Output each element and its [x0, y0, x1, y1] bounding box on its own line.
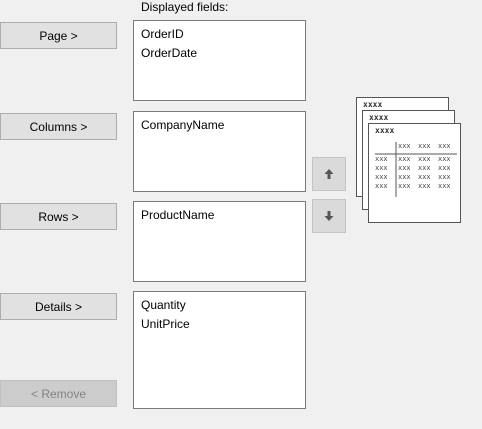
preview-grid-cell: xxx: [398, 164, 411, 172]
preview-grid-cell: xxx: [398, 182, 411, 190]
details-button[interactable]: Details >: [0, 293, 117, 320]
preview-grid-cell: xxx: [438, 182, 451, 190]
preview-grid-cell: xxx: [398, 173, 411, 181]
list-item[interactable]: OrderID: [141, 25, 305, 44]
preview-grid-cell: xxx: [438, 164, 451, 172]
preview-sheet-front: xxxx xxx xxx xxx xxx xxx xxx xxx xxx xxx xxx xxx xx…: [368, 123, 461, 223]
column-fields-list[interactable]: CompanyName: [133, 111, 306, 192]
page-fields-list[interactable]: OrderID OrderDate: [133, 20, 306, 101]
remove-button[interactable]: < Remove: [0, 380, 117, 407]
displayed-fields-label: Displayed fields:: [141, 0, 229, 14]
list-item[interactable]: ProductName: [141, 206, 305, 225]
preview-grid-cell: xxx: [398, 142, 411, 150]
preview-grid-cell: xxx: [418, 182, 431, 190]
preview-grid-cell: xxx: [418, 164, 431, 172]
page-button[interactable]: Page >: [0, 22, 117, 49]
list-item[interactable]: CompanyName: [141, 116, 305, 135]
list-item[interactable]: UnitPrice: [141, 315, 305, 334]
move-up-button[interactable]: [312, 157, 346, 191]
arrow-down-icon: [324, 211, 334, 221]
list-item[interactable]: Quantity: [141, 296, 305, 315]
arrow-up-icon: [324, 169, 334, 179]
sheet-tag: xxxx: [369, 113, 389, 122]
preview-grid-cell: xxx: [418, 142, 431, 150]
preview-grid-cell: xxx: [438, 173, 451, 181]
rows-button[interactable]: Rows >: [0, 203, 117, 230]
preview-grid-cell: xxx: [438, 155, 451, 163]
pivot-preview-icon: xxxx xxxx xxxx xxx xxx xxx xxx xxx xxx xxx xxx x…: [356, 97, 466, 227]
preview-grid-cell: xxx: [438, 142, 451, 150]
preview-grid-cell: xxx: [398, 155, 411, 163]
preview-grid-cell: xxx: [375, 155, 388, 163]
sheet-tag: xxxx: [363, 100, 383, 109]
detail-fields-list[interactable]: Quantity UnitPrice: [133, 291, 306, 409]
row-fields-list[interactable]: ProductName: [133, 201, 306, 282]
columns-button[interactable]: Columns >: [0, 113, 117, 140]
preview-grid-cell: xxx: [418, 155, 431, 163]
move-down-button[interactable]: [312, 199, 346, 233]
preview-grid-cell: xxx: [418, 173, 431, 181]
preview-grid-cell: xxx: [375, 164, 388, 172]
preview-grid-cell: xxx: [375, 173, 388, 181]
list-item[interactable]: OrderDate: [141, 44, 305, 63]
preview-grid-cell: xxx: [375, 182, 388, 190]
